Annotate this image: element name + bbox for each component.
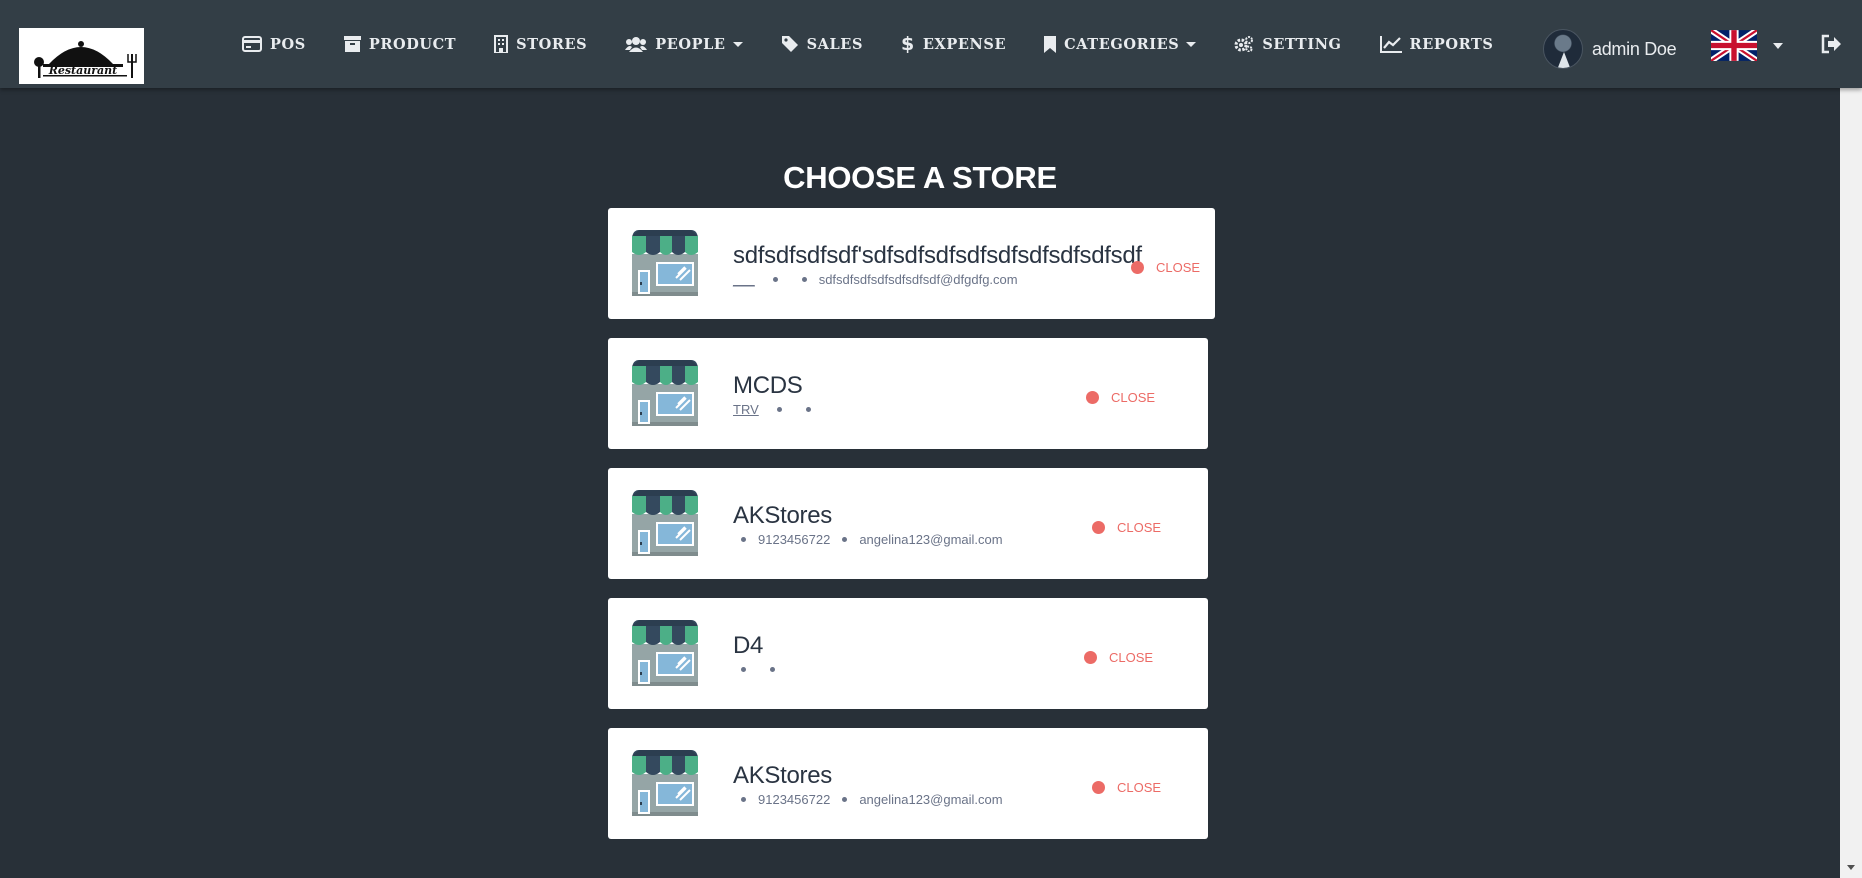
archive-box-icon bbox=[343, 36, 361, 52]
nav-label-product: PRODUCT bbox=[368, 35, 457, 53]
nav-item-sales[interactable]: SALES bbox=[781, 0, 863, 88]
nav-item-people[interactable]: PEOPLE bbox=[625, 0, 743, 88]
tag-icon bbox=[781, 35, 799, 53]
gears-icon bbox=[1234, 36, 1254, 52]
separator-dot bbox=[842, 796, 848, 802]
logout-icon[interactable] bbox=[1820, 34, 1842, 59]
store-status: CLOSE bbox=[1092, 520, 1161, 535]
nav-label-people: PEOPLE bbox=[655, 35, 726, 53]
separator-dot bbox=[741, 536, 746, 542]
store-name: sdfsdfsdfsdf'sdfsdfsdfsdfsdfsdfsdfsdfsdf bbox=[733, 242, 1142, 269]
user-name: admin Doe bbox=[1592, 38, 1677, 59]
store-details bbox=[733, 661, 787, 677]
store-card[interactable]: sdfsdfsdfsdf'sdfsdfsdfsdfsdfsdfsdfsdfsdf… bbox=[608, 208, 1215, 319]
store-status: CLOSE bbox=[1084, 650, 1153, 665]
store-name: AKStores bbox=[733, 762, 832, 789]
page-title: CHOOSE A STORE bbox=[783, 160, 1057, 195]
users-icon bbox=[625, 36, 648, 52]
separator-dot bbox=[772, 276, 778, 282]
restaurant-logo[interactable]: Restaurant bbox=[19, 28, 144, 84]
language-dropdown-chevron-icon[interactable] bbox=[1773, 43, 1783, 49]
store-card[interactable]: AKStores 9123456722 angelina123@gmail.co… bbox=[608, 468, 1208, 579]
building-icon bbox=[494, 35, 509, 53]
store-code: TRV bbox=[733, 401, 759, 417]
nav-label-reports: REPORTS bbox=[1409, 35, 1494, 53]
separator-dot bbox=[741, 666, 746, 672]
store-front-icon bbox=[630, 228, 700, 298]
status-label: CLOSE bbox=[1117, 520, 1162, 535]
status-dot-icon bbox=[1092, 521, 1105, 534]
status-dot-icon bbox=[1092, 781, 1105, 794]
separator-dot bbox=[770, 666, 775, 672]
nav-label-expense: EXPENSE bbox=[922, 35, 1007, 53]
separator-dot bbox=[801, 276, 807, 282]
dollar-icon: $ bbox=[901, 33, 915, 55]
nav-item-categories[interactable]: CATEGORIES bbox=[1044, 0, 1197, 88]
status-label: CLOSE bbox=[1109, 650, 1154, 665]
nav-label-pos: POS bbox=[270, 35, 306, 53]
store-details: ___ sdfsdfsdfsdfsdfsdfsdf@dfgdfg.com bbox=[733, 271, 1018, 287]
nav-label-sales: SALES bbox=[806, 35, 864, 53]
store-details: TRV bbox=[733, 401, 823, 417]
store-front-icon bbox=[630, 488, 700, 558]
store-status: CLOSE bbox=[1086, 390, 1155, 405]
chevron-down-icon bbox=[1186, 41, 1197, 47]
status-dot-icon bbox=[1084, 651, 1097, 664]
nav-item-product[interactable]: PRODUCT bbox=[343, 0, 457, 88]
nav-item-reports[interactable]: REPORTS bbox=[1379, 0, 1494, 88]
separator-dot bbox=[805, 406, 811, 412]
main-menu: POS PRODUCT STORES PEOPLE SALES $ EXPENS… bbox=[242, 0, 1531, 88]
credit-card-icon bbox=[242, 36, 262, 52]
status-label: CLOSE bbox=[1117, 780, 1162, 795]
nav-label-categories: CATEGORIES bbox=[1064, 35, 1180, 53]
user-menu[interactable]: admin Doe bbox=[1543, 29, 1677, 69]
nav-item-stores[interactable]: STORES bbox=[494, 0, 587, 88]
store-front-icon bbox=[630, 618, 700, 688]
store-status: CLOSE bbox=[1092, 780, 1161, 795]
status-label: CLOSE bbox=[1111, 390, 1156, 405]
chevron-down-icon bbox=[732, 41, 743, 47]
nav-label-setting: SETTING bbox=[1262, 35, 1342, 53]
store-card[interactable]: MCDS TRV CLOSE bbox=[608, 338, 1208, 449]
store-code: ___ bbox=[733, 271, 755, 287]
store-name: D4 bbox=[733, 632, 764, 659]
separator-dot bbox=[776, 406, 782, 412]
separator-dot bbox=[741, 796, 746, 802]
store-card[interactable]: AKStores 9123456722 angelina123@gmail.co… bbox=[608, 728, 1208, 839]
status-dot-icon bbox=[1086, 391, 1099, 404]
uk-flag-icon[interactable] bbox=[1709, 27, 1759, 64]
avatar bbox=[1543, 29, 1583, 69]
store-phone: 9123456722 bbox=[758, 791, 831, 807]
separator-dot bbox=[842, 536, 848, 542]
nav-item-expense[interactable]: $ EXPENSE bbox=[901, 0, 1006, 88]
store-name: MCDS bbox=[733, 372, 803, 399]
store-name: AKStores bbox=[733, 502, 832, 529]
store-front-icon bbox=[630, 748, 700, 818]
status-dot-icon bbox=[1131, 261, 1144, 274]
bookmark-icon bbox=[1044, 35, 1057, 53]
store-status: CLOSE bbox=[1131, 260, 1200, 275]
nav-item-pos[interactable]: POS bbox=[242, 0, 306, 88]
store-email: angelina123@gmail.com bbox=[859, 791, 1003, 807]
line-chart-icon bbox=[1379, 35, 1402, 53]
scroll-down-arrow-icon[interactable] bbox=[1847, 865, 1855, 870]
store-email: angelina123@gmail.com bbox=[859, 531, 1003, 547]
page-scrollbar[interactable] bbox=[1840, 88, 1862, 878]
status-label: CLOSE bbox=[1156, 260, 1201, 275]
store-details: 9123456722 angelina123@gmail.com bbox=[733, 531, 1003, 547]
store-front-icon bbox=[630, 358, 700, 428]
store-phone: 9123456722 bbox=[758, 531, 831, 547]
logo-wordmark: Restaurant bbox=[48, 64, 118, 77]
nav-label-stores: STORES bbox=[516, 35, 588, 53]
nav-item-setting[interactable]: SETTING bbox=[1234, 0, 1341, 88]
store-card[interactable]: D4 CLOSE bbox=[608, 598, 1208, 709]
top-navbar: Restaurant POS PRODUCT STORES PEOPLE SAL… bbox=[0, 0, 1862, 88]
store-details: 9123456722 angelina123@gmail.com bbox=[733, 791, 1003, 807]
store-email: sdfsdfsdfsdfsdfsdfsdf@dfgdfg.com bbox=[818, 271, 1018, 287]
